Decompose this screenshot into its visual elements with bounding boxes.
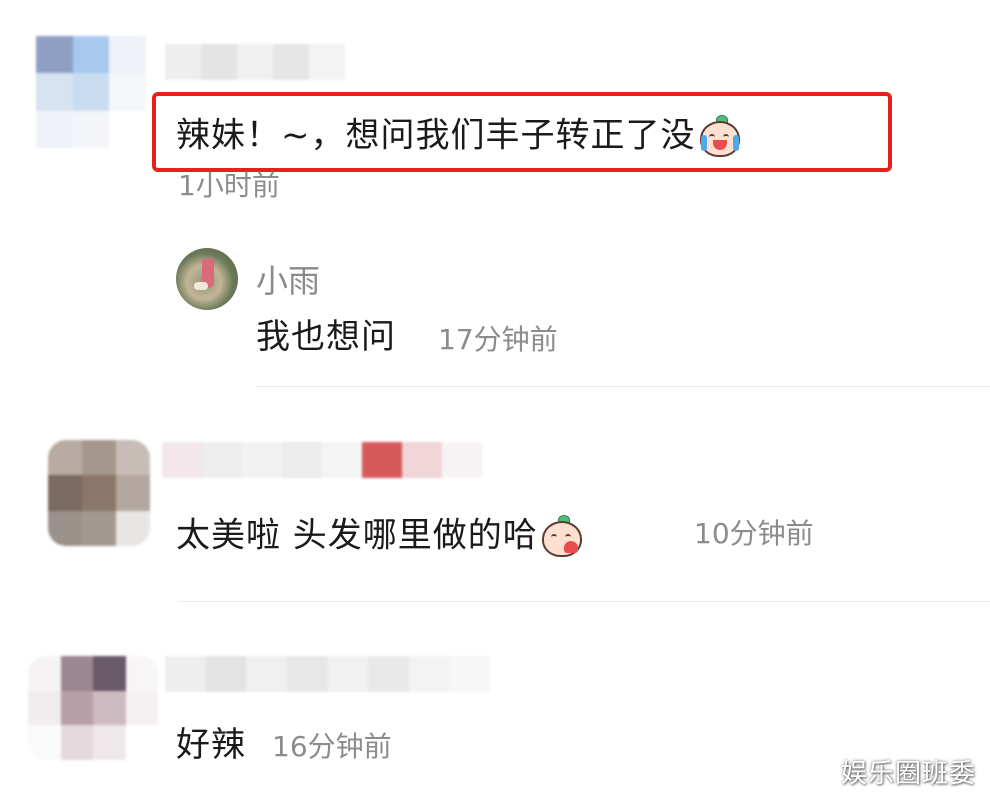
comment-text: 太美啦 头发哪里做的哈 (176, 515, 584, 559)
divider (178, 601, 990, 602)
avatar-figure-detail (194, 282, 208, 290)
divider (255, 386, 990, 387)
comment-body: 辣妹！~，想问我们丰子转正了没 (176, 115, 696, 156)
comment-timestamp: 1小时前 (178, 169, 280, 202)
blurred-avatar[interactable] (28, 656, 158, 760)
reply-text: 我也想问 (256, 317, 396, 357)
watermark: 娱乐圈班委 (840, 759, 976, 789)
blurred-avatar[interactable] (36, 36, 146, 148)
blurred-avatar[interactable] (48, 440, 150, 546)
comment-text: 辣妹！~，想问我们丰子转正了没 (176, 115, 742, 159)
blurred-username[interactable] (165, 656, 490, 692)
blurred-username[interactable] (162, 442, 482, 478)
blurred-username[interactable] (165, 44, 345, 80)
comment-text: 好辣 (176, 725, 246, 765)
comment-timestamp: 16分钟前 (272, 730, 392, 763)
reply-avatar[interactable] (176, 248, 238, 310)
reply-timestamp: 17分钟前 (438, 323, 558, 356)
comment-timestamp: 10分钟前 (694, 517, 814, 550)
comment-body: 太美啦 头发哪里做的哈 (176, 515, 538, 556)
reply-username[interactable]: 小雨 (256, 256, 320, 302)
heart-emoji-icon (540, 515, 584, 559)
crying-laugh-emoji-icon (698, 115, 742, 159)
